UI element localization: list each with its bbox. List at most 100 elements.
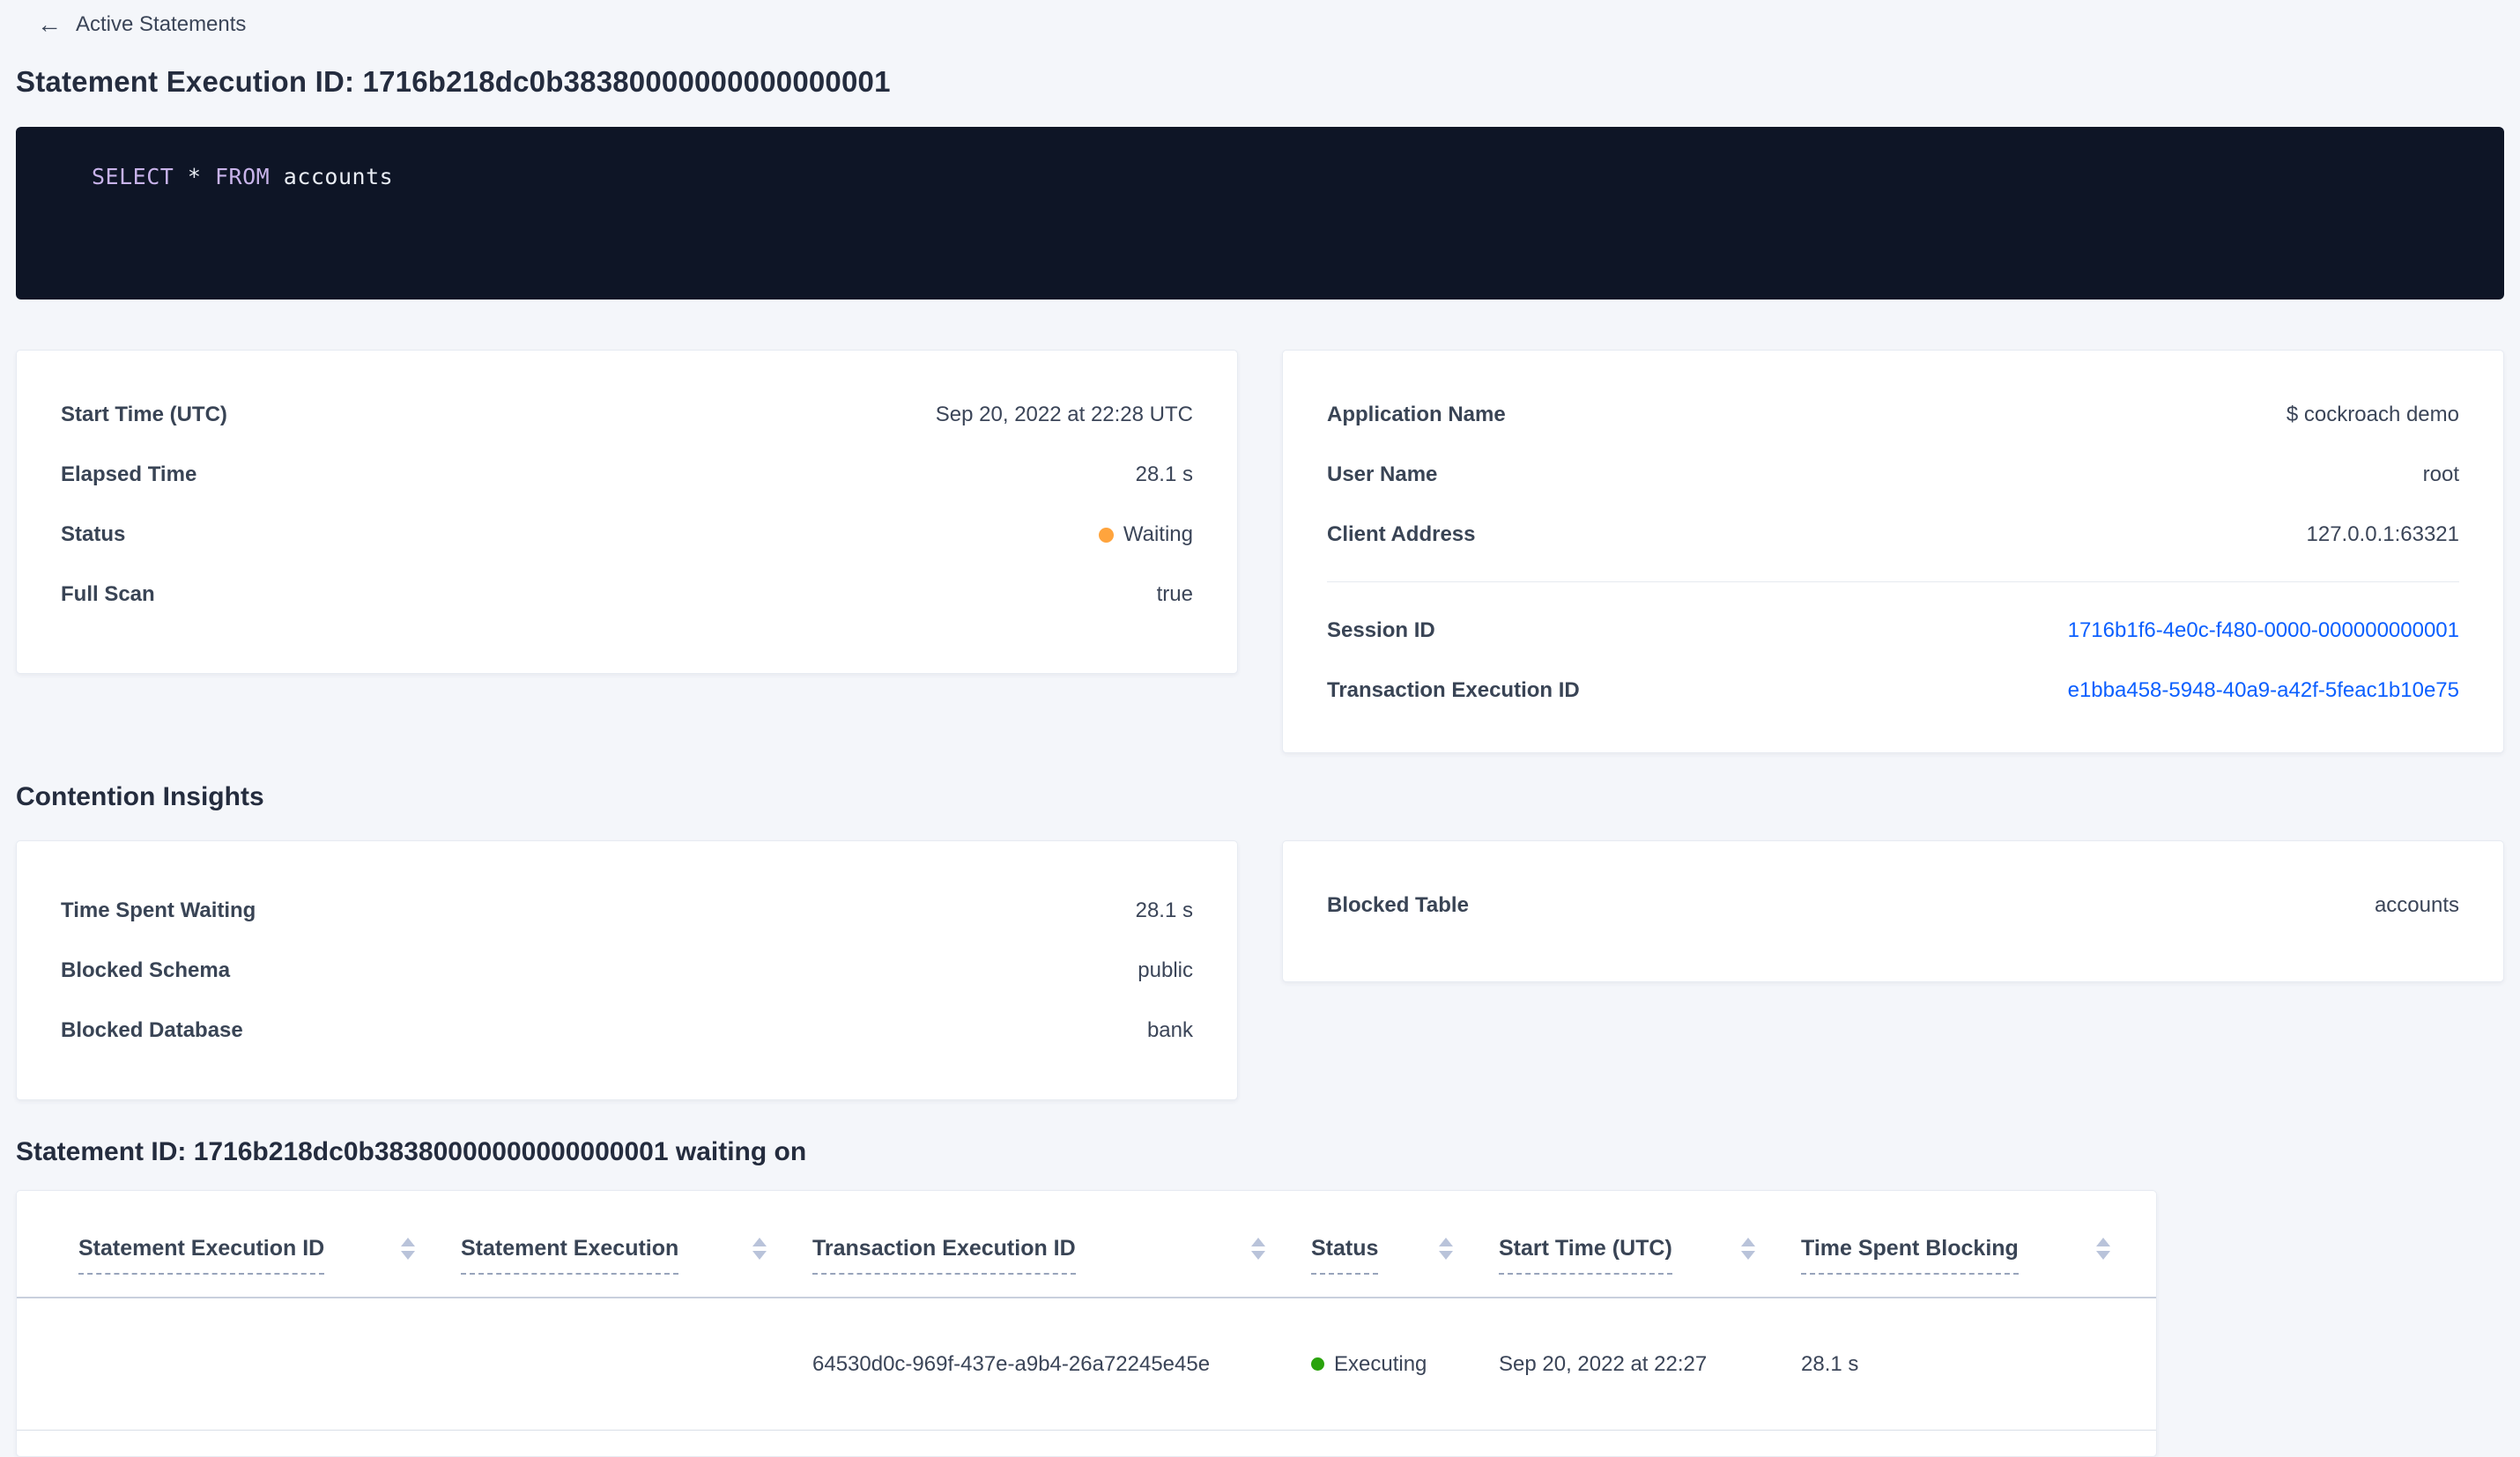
blocked-table-value: accounts [2374, 893, 2459, 917]
cell-time-spent-blocking: 28.1 s [1801, 1351, 1859, 1376]
sort-up-arrow-icon [2096, 1238, 2110, 1246]
contention-card: Time Spent Waiting 28.1 s Blocked Schema… [16, 840, 1238, 1100]
waiting-on-heading: Statement ID: 1716b218dc0b38380000000000… [16, 1137, 807, 1166]
page-title: Statement Execution ID: 1716b218dc0b3838… [16, 65, 891, 98]
sort-up-arrow-icon [1251, 1238, 1265, 1246]
elapsed-time-label: Elapsed Time [61, 462, 197, 486]
sort-icon[interactable] [1741, 1235, 1755, 1260]
back-arrow-icon: ← [37, 11, 62, 38]
blocked-table-card: Blocked Table accounts [1282, 840, 2504, 982]
client-address-label: Client Address [1327, 522, 1476, 546]
sql-table-name: accounts [283, 164, 394, 189]
user-name-row: User Name root [1327, 462, 2459, 488]
waiting-on-table-row: 64530d0c-969f-437e-a9b4-26a72245e45e Exe… [17, 1298, 2156, 1431]
sort-up-arrow-icon [401, 1238, 415, 1246]
blocked-database-row: Blocked Database bank [61, 1017, 1193, 1044]
session-card: Application Name $ cockroach demo User N… [1282, 350, 2504, 753]
application-name-value: $ cockroach demo [2286, 403, 2459, 426]
cell-start-time: Sep 20, 2022 at 22:27 [1499, 1351, 1708, 1376]
column-header-start-time[interactable]: Start Time (UTC) [1499, 1235, 1801, 1297]
cell-status: Executing [1311, 1352, 1499, 1377]
column-header-label[interactable]: Time Spent Blocking [1801, 1235, 2019, 1275]
time-spent-waiting-row: Time Spent Waiting 28.1 s [61, 898, 1193, 924]
blocked-schema-value: public [1138, 958, 1193, 982]
transaction-execution-id-row: Transaction Execution ID e1bba458-5948-4… [1327, 677, 2459, 704]
column-header-label[interactable]: Statement Execution [461, 1235, 679, 1275]
blocked-table-label: Blocked Table [1327, 893, 1469, 917]
status-executing-dot-icon [1311, 1357, 1324, 1371]
client-address-value: 127.0.0.1:63321 [2306, 522, 2460, 546]
elapsed-time-row: Elapsed Time 28.1 s [61, 462, 1193, 488]
column-header-statement-execution-id[interactable]: Statement Execution ID [78, 1235, 461, 1297]
client-address-row: Client Address 127.0.0.1:63321 [1327, 521, 2459, 548]
sql-statement-box: SELECT * FROM accounts [16, 127, 2504, 300]
blocked-database-label: Blocked Database [61, 1018, 243, 1042]
sort-down-arrow-icon [752, 1251, 767, 1260]
time-spent-waiting-label: Time Spent Waiting [61, 899, 256, 922]
elapsed-time-value: 28.1 s [1135, 462, 1193, 486]
waiting-on-table-header: Statement Execution ID Statement Executi… [17, 1191, 2156, 1298]
full-scan-value: true [1156, 582, 1193, 606]
status-waiting-text: Waiting [1123, 522, 1193, 546]
transaction-execution-id-link[interactable]: e1bba458-5948-40a9-a42f-5feac1b10e75 [2068, 677, 2459, 704]
column-header-time-spent-blocking[interactable]: Time Spent Blocking [1801, 1235, 2156, 1297]
column-header-statement-execution[interactable]: Statement Execution [461, 1235, 812, 1297]
application-name-row: Application Name $ cockroach demo [1327, 402, 2459, 428]
user-name-label: User Name [1327, 462, 1438, 486]
back-link-active-statements[interactable]: ← Active Statements [37, 12, 246, 37]
sql-keyword-from: FROM [215, 164, 271, 189]
column-header-transaction-execution-id[interactable]: Transaction Execution ID [812, 1235, 1311, 1297]
full-scan-row: Full Scan true [61, 581, 1193, 608]
session-id-link[interactable]: 1716b1f6-4e0c-f480-0000-000000000001 [2068, 618, 2459, 644]
column-header-label[interactable]: Start Time (UTC) [1499, 1235, 1672, 1275]
time-spent-waiting-value: 28.1 s [1135, 899, 1193, 922]
sql-keyword-select: SELECT [92, 164, 174, 189]
contention-cards-row: Time Spent Waiting 28.1 s Blocked Schema… [16, 840, 2504, 1100]
sort-icon[interactable] [2096, 1235, 2110, 1260]
start-time-row: Start Time (UTC) Sep 20, 2022 at 22:28 U… [61, 402, 1193, 428]
session-id-row: Session ID 1716b1f6-4e0c-f480-0000-00000… [1327, 618, 2459, 644]
sql-star: * [187, 164, 202, 189]
back-link-label: Active Statements [76, 12, 247, 36]
status-value: Waiting [1098, 521, 1193, 548]
sql-statement-text: SELECT * FROM accounts [92, 164, 393, 189]
sort-icon[interactable] [752, 1235, 767, 1260]
column-header-label[interactable]: Status [1311, 1235, 1379, 1275]
sort-down-arrow-icon [401, 1251, 415, 1260]
sort-down-arrow-icon [1741, 1251, 1755, 1260]
status-executing-text: Executing [1334, 1351, 1427, 1376]
contention-insights-heading: Contention Insights [16, 782, 264, 811]
status-row: Status Waiting [61, 521, 1193, 548]
sort-icon[interactable] [401, 1235, 415, 1260]
sort-icon[interactable] [1439, 1235, 1453, 1260]
sort-up-arrow-icon [752, 1238, 767, 1246]
statement-execution-details-page: ← Active Statements Statement Execution … [0, 0, 2520, 1457]
summary-cards-row: Start Time (UTC) Sep 20, 2022 at 22:28 U… [16, 350, 2504, 753]
full-scan-label: Full Scan [61, 582, 155, 606]
waiting-on-table-card: Statement Execution ID Statement Executi… [16, 1190, 2157, 1457]
sort-down-arrow-icon [1251, 1251, 1265, 1260]
cell-transaction-execution-id: 64530d0c-969f-437e-a9b4-26a72245e45e [812, 1351, 1211, 1376]
blocked-table-row: Blocked Table accounts [1327, 892, 2459, 919]
executing-status: Executing [1311, 1352, 1427, 1377]
session-id-label: Session ID [1327, 618, 1435, 642]
status-label: Status [61, 522, 126, 546]
status-waiting-dot-icon [1098, 527, 1114, 543]
application-name-label: Application Name [1327, 403, 1506, 426]
blocked-schema-label: Blocked Schema [61, 958, 231, 982]
transaction-execution-id-label: Transaction Execution ID [1327, 678, 1580, 702]
start-time-value: Sep 20, 2022 at 22:28 UTC [935, 403, 1193, 426]
column-header-status[interactable]: Status [1311, 1235, 1499, 1297]
sort-icon[interactable] [1251, 1235, 1265, 1260]
overview-card: Start Time (UTC) Sep 20, 2022 at 22:28 U… [16, 350, 1238, 674]
sort-up-arrow-icon [1741, 1238, 1755, 1246]
column-header-label[interactable]: Statement Execution ID [78, 1235, 325, 1275]
sort-up-arrow-icon [1439, 1238, 1453, 1246]
start-time-label: Start Time (UTC) [61, 403, 227, 426]
sort-down-arrow-icon [2096, 1251, 2110, 1260]
column-header-label[interactable]: Transaction Execution ID [812, 1235, 1076, 1275]
sort-down-arrow-icon [1439, 1251, 1453, 1260]
blocked-schema-row: Blocked Schema public [61, 958, 1193, 984]
session-card-divider [1327, 581, 2459, 582]
user-name-value: root [2422, 462, 2459, 486]
